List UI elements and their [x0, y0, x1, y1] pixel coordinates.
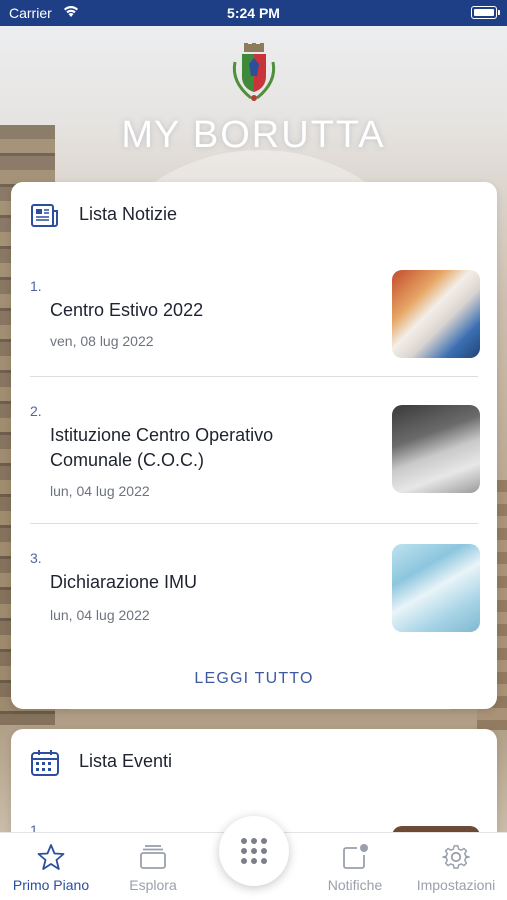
- tab-label: Esplora: [129, 877, 177, 893]
- news-card: Lista Notizie 1. Centro Estivo 2022 ven,…: [11, 182, 497, 709]
- grid-dots-icon: [241, 838, 267, 864]
- news-item-number: 1.: [30, 278, 42, 294]
- divider: [30, 523, 478, 524]
- news-item-number: 3.: [30, 550, 42, 566]
- gear-icon: [442, 845, 470, 869]
- news-item-title: Centro Estivo 2022: [50, 300, 204, 320]
- events-card-header: Lista Eventi: [11, 729, 497, 795]
- municipal-crest-icon: [232, 43, 276, 101]
- news-item-thumbnail: [392, 405, 480, 493]
- tab-primo-piano[interactable]: Primo Piano: [1, 843, 101, 893]
- tab-notifiche[interactable]: Notifiche: [305, 843, 405, 893]
- news-item[interactable]: 3. Dichiarazione IMU lun, 04 lug 2022: [30, 544, 480, 640]
- news-item-date: lun, 04 lug 2022: [50, 483, 150, 499]
- status-bar: Carrier 5:24 PM: [0, 0, 507, 26]
- clock: 5:24 PM: [227, 5, 280, 21]
- events-card-title: Lista Eventi: [79, 751, 173, 771]
- news-item-thumbnail: [392, 270, 480, 358]
- news-item-thumbnail: [392, 544, 480, 632]
- news-item[interactable]: 2. Istituzione Centro Operativo Comunale…: [30, 403, 480, 503]
- tab-label: Primo Piano: [12, 877, 90, 893]
- news-item-date: lun, 04 lug 2022: [50, 607, 150, 623]
- news-item[interactable]: 1. Centro Estivo 2022 ven, 08 lug 2022: [30, 270, 480, 368]
- divider: [30, 376, 478, 377]
- notification-icon: [343, 844, 368, 869]
- star-icon: [37, 844, 65, 870]
- tab-impostazioni[interactable]: Impostazioni: [406, 843, 506, 893]
- battery-icon: [471, 6, 500, 19]
- tab-label: Notifiche: [327, 877, 383, 893]
- news-item-title: Dichiarazione IMU: [50, 572, 198, 592]
- brand-my: MY: [121, 114, 181, 156]
- news-card-title: Lista Notizie: [79, 204, 178, 224]
- app-brand-logo: MY BORUTTA: [0, 114, 507, 157]
- news-item-number: 2.: [30, 403, 42, 419]
- tab-label: Impostazioni: [416, 877, 496, 893]
- news-item-date: ven, 08 lug 2022: [50, 333, 154, 349]
- menu-grid-button[interactable]: [219, 816, 289, 886]
- news-card-header: Lista Notizie: [11, 182, 497, 248]
- cards-icon: [140, 845, 166, 869]
- newspaper-icon: [31, 204, 58, 227]
- brand-name: BORUTTA: [192, 114, 386, 156]
- calendar-icon: [31, 750, 59, 776]
- tab-esplora[interactable]: Esplora: [103, 843, 203, 893]
- news-item-title: Istituzione Centro Operativo Comunale (C…: [50, 425, 274, 470]
- read-all-button[interactable]: LEGGI TUTTO: [11, 670, 497, 688]
